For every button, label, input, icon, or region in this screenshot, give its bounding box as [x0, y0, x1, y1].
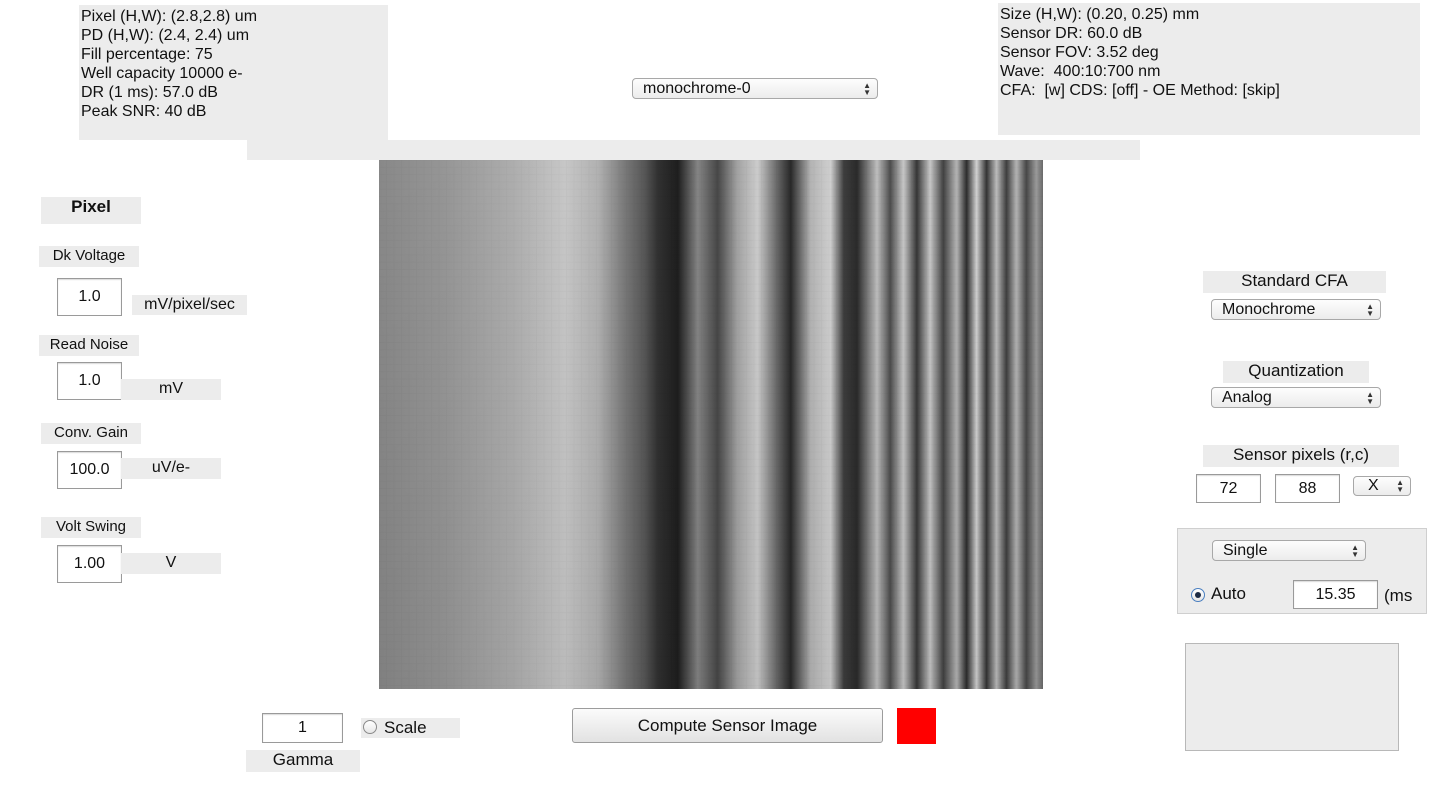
gamma-input[interactable]: 1 — [262, 713, 343, 743]
volt-swing-unit: V — [121, 553, 221, 574]
sensor-info-line: CFA: [w] CDS: [off] - OE Method: [skip] — [1000, 82, 1280, 99]
title-strip — [247, 140, 1140, 160]
size-multiplier-select[interactable]: X ▲ ▼ — [1353, 476, 1411, 496]
quantization-label: Quantization — [1223, 361, 1369, 383]
sensor-image — [379, 160, 1043, 689]
exposure-unit: (ms — [1384, 586, 1413, 605]
pixel-panel-title: Pixel — [41, 197, 141, 224]
read-noise-unit: mV — [121, 379, 221, 400]
scale-radio[interactable] — [363, 720, 377, 734]
exposure-panel: Single ▲ ▼ Auto 15.35 (ms — [1177, 528, 1427, 614]
sensor-select[interactable]: monochrome-0 ▲ ▼ — [632, 78, 878, 99]
updown-arrows-icon: ▲ ▼ — [1396, 478, 1404, 494]
read-noise-input[interactable]: 1.0 — [57, 362, 122, 400]
compute-sensor-image-button[interactable]: Compute Sensor Image — [572, 708, 883, 743]
sensor-info-line: Size (H,W): (0.20, 0.25) mm — [1000, 6, 1200, 23]
message-box — [1185, 643, 1399, 751]
conv-gain-unit: uV/e- — [121, 458, 221, 479]
scale-label: Scale — [384, 718, 427, 737]
exposure-mode-select[interactable]: Single ▲ ▼ — [1212, 540, 1366, 561]
pixel-info-line: PD (H,W): (2.4, 2.4) um — [81, 27, 250, 44]
sensor-rows-input[interactable]: 72 — [1196, 474, 1261, 503]
dk-voltage-unit: mV/pixel/sec — [132, 295, 247, 315]
dk-voltage-input[interactable]: 1.0 — [57, 278, 122, 316]
size-multiplier-value: X — [1368, 477, 1379, 494]
standard-cfa-label: Standard CFA — [1203, 271, 1386, 293]
cfa-select-value: Monochrome — [1222, 300, 1316, 318]
quantization-select-value: Analog — [1222, 388, 1272, 406]
pixel-info-line: Peak SNR: 40 dB — [81, 103, 207, 120]
sensor-info-line: Sensor FOV: 3.52 deg — [1000, 44, 1159, 61]
sensor-image-canvas — [379, 160, 1043, 689]
dk-voltage-label: Dk Voltage — [39, 246, 139, 267]
quantization-select[interactable]: Analog ▲ ▼ — [1211, 387, 1381, 408]
cfa-select[interactable]: Monochrome ▲ ▼ — [1211, 299, 1381, 320]
sensor-select-value: monochrome-0 — [643, 79, 751, 97]
volt-swing-input[interactable]: 1.00 — [57, 545, 122, 583]
conv-gain-label: Conv. Gain — [41, 423, 141, 444]
sensor-info-line: Wave: 400:10:700 nm — [1000, 63, 1161, 80]
exposure-mode-value: Single — [1223, 541, 1268, 559]
sensor-info-line: Sensor DR: 60.0 dB — [1000, 25, 1143, 42]
updown-arrows-icon: ▲ ▼ — [1366, 301, 1374, 318]
pixel-info-panel: Pixel (H,W): (2.8,2.8) um PD (H,W): (2.4,… — [79, 5, 388, 140]
status-indicator — [897, 708, 936, 744]
pixel-info-line: DR (1 ms): 57.0 dB — [81, 84, 218, 101]
exposure-time-input[interactable]: 15.35 — [1293, 580, 1378, 609]
sensor-pixels-label: Sensor pixels (r,c) — [1203, 445, 1399, 467]
volt-swing-label: Volt Swing — [41, 517, 141, 538]
scale-option[interactable]: Scale — [361, 718, 460, 738]
pixel-info-line: Well capacity 10000 e- — [81, 65, 243, 82]
updown-arrows-icon: ▲ ▼ — [1351, 542, 1359, 559]
gamma-label: Gamma — [246, 750, 360, 772]
auto-exposure-label: Auto — [1211, 584, 1246, 603]
updown-arrows-icon: ▲ ▼ — [1366, 389, 1374, 406]
sensor-cols-input[interactable]: 88 — [1275, 474, 1340, 503]
updown-arrows-icon: ▲ ▼ — [863, 80, 871, 97]
conv-gain-input[interactable]: 100.0 — [57, 451, 122, 489]
pixel-info-line: Fill percentage: 75 — [81, 46, 213, 63]
auto-exposure-radio[interactable] — [1191, 588, 1205, 602]
pixel-info-line: Pixel (H,W): (2.8,2.8) um — [81, 8, 258, 25]
sensor-info-panel: Size (H,W): (0.20, 0.25) mm Sensor DR: 60… — [998, 3, 1420, 135]
read-noise-label: Read Noise — [39, 335, 139, 356]
